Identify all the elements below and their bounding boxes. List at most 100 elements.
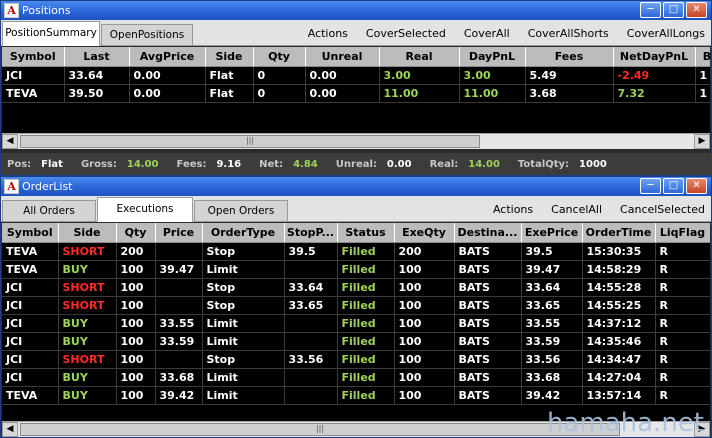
cell-ordertime: 14:37:12 xyxy=(582,314,656,333)
cell-last: 33.64 xyxy=(64,66,130,85)
table-row[interactable]: TEVA BUY 100 39.47 Limit Filled 100 BATS 39.47 14… xyxy=(2,260,710,279)
col-avgprice[interactable]: AvgPrice xyxy=(129,47,206,67)
cell-qty: 100 xyxy=(116,386,156,405)
cell-exeqty: 100 xyxy=(394,260,455,279)
tab-open-orders[interactable]: Open Orders xyxy=(194,200,288,222)
cell-status: Filled xyxy=(337,242,395,261)
tab-executions[interactable]: Executions xyxy=(97,197,193,222)
table-row[interactable]: TEVA SHORT 200 Stop 39.5 Filled 200 BATS 39.5 15:… xyxy=(2,242,710,261)
col-side[interactable]: Side xyxy=(205,47,254,67)
cell-qty: 100 xyxy=(116,278,156,297)
col-ordertime[interactable]: OrderTime xyxy=(582,223,656,243)
table-row[interactable]: JCI BUY 100 33.68 Limit Filled 100 BATS 33.68 14:… xyxy=(2,368,710,387)
cell-side: SHORT xyxy=(58,242,117,261)
unreal-value: 0.00 xyxy=(386,158,412,170)
cell-exeprice: 39.42 xyxy=(521,386,583,405)
col-exeqty[interactable]: ExeQty xyxy=(394,223,455,243)
col-price[interactable]: Price xyxy=(155,223,203,243)
cell-ordertime: 14:58:29 xyxy=(582,260,656,279)
cell-price: 33.55 xyxy=(155,314,203,333)
cell-ordertime: 14:27:04 xyxy=(582,368,656,387)
arrow-right-icon[interactable]: ▶ xyxy=(694,134,710,149)
cover-all-longs-button[interactable]: CoverAllLongs xyxy=(627,27,705,40)
cell-symbol: JCI xyxy=(2,368,59,387)
cell-avgprice: 0.00 xyxy=(129,84,206,103)
col-stopprice[interactable]: StopP... xyxy=(284,223,338,243)
col-daypnl[interactable]: DayPnL xyxy=(459,47,526,67)
table-row[interactable]: JCI SHORT 100 Stop 33.56 Filled 100 BATS 33.56 14… xyxy=(2,350,710,369)
col-ordertype[interactable]: OrderType xyxy=(202,223,285,243)
cell-ordertype: Stop xyxy=(202,242,285,261)
col-symbol[interactable]: Symbol xyxy=(2,223,59,243)
cell-qty: 100 xyxy=(116,260,156,279)
cell-qty: 100 xyxy=(116,350,156,369)
col-status[interactable]: Status xyxy=(337,223,395,243)
col-netdaypnl[interactable]: NetDayPnL xyxy=(613,47,696,67)
cover-selected-button[interactable]: CoverSelected xyxy=(366,27,446,40)
orderlist-titlebar[interactable]: A OrderList ─ □ ✕ xyxy=(1,177,711,196)
table-row[interactable]: JCI 33.64 0.00 Flat 0 0.00 3.00 3.00 5.4… xyxy=(2,66,710,85)
table-row[interactable]: JCI BUY 100 33.55 Limit Filled 100 BATS 33.55 14:… xyxy=(2,314,710,333)
tab-all-orders[interactable]: All Orders xyxy=(2,200,96,222)
cover-all-button[interactable]: CoverAll xyxy=(464,27,510,40)
col-exeprice[interactable]: ExePrice xyxy=(521,223,583,243)
cell-qty: 0 xyxy=(253,84,306,103)
cancel-selected-button[interactable]: CancelSelected xyxy=(620,203,705,216)
cell-ordertype: Limit xyxy=(202,314,285,333)
cell-side: SHORT xyxy=(58,296,117,315)
col-fees[interactable]: Fees xyxy=(525,47,614,67)
maximize-icon[interactable]: □ xyxy=(663,178,684,194)
scroll-thumb[interactable]: ||| xyxy=(20,135,480,148)
cell-stopprice xyxy=(284,386,338,405)
unreal-label: Unreal: xyxy=(335,158,377,170)
table-row[interactable]: JCI SHORT 100 Stop 33.64 Filled 100 BATS 33.64 14… xyxy=(2,278,710,297)
cell-price xyxy=(155,278,203,297)
positions-hscrollbar[interactable]: ◀ ||| ▶ xyxy=(2,133,710,149)
actions-menu[interactable]: Actions xyxy=(308,27,348,40)
table-row[interactable]: TEVA BUY 100 39.42 Limit Filled 100 BATS 39.42 13… xyxy=(2,386,710,405)
actions-menu[interactable]: Actions xyxy=(493,203,533,216)
scroll-thumb[interactable]: ||| xyxy=(20,423,620,436)
col-destination[interactable]: Destina... xyxy=(454,223,522,243)
real-label: Real: xyxy=(429,158,459,170)
col-symbol[interactable]: Symbol xyxy=(2,47,65,67)
cell-status: Filled xyxy=(337,350,395,369)
positions-titlebar[interactable]: A Positions ─ □ ✕ xyxy=(1,1,711,20)
tab-position-summary[interactable]: PositionSummary xyxy=(2,21,100,46)
cell-status: Filled xyxy=(337,368,395,387)
tab-open-positions[interactable]: OpenPositions xyxy=(101,24,193,46)
col-real[interactable]: Real xyxy=(379,47,460,67)
cell-ordertype: Limit xyxy=(202,332,285,351)
cell-side: BUY xyxy=(58,332,117,351)
col-unreal[interactable]: Unreal xyxy=(305,47,380,67)
orderlist-toolbar: All Orders Executions Open Orders Action… xyxy=(1,196,711,222)
real-value: 14.00 xyxy=(468,158,500,170)
col-qty[interactable]: Qty xyxy=(253,47,306,67)
close-icon[interactable]: ✕ xyxy=(686,2,707,18)
close-icon[interactable]: ✕ xyxy=(686,178,707,194)
cell-exeprice: 33.64 xyxy=(521,278,583,297)
table-row[interactable]: JCI SHORT 100 Stop 33.65 Filled 100 BATS 33.65 14… xyxy=(2,296,710,315)
cell-side: SHORT xyxy=(58,350,117,369)
arrow-left-icon[interactable]: ◀ xyxy=(2,422,18,437)
table-row[interactable]: TEVA 39.50 0.00 Flat 0 0.00 11.00 11.00 … xyxy=(2,84,710,103)
cell-destination: BATS xyxy=(454,386,522,405)
cell-daypnl: 11.00 xyxy=(459,84,526,103)
orderlist-window: A OrderList ─ □ ✕ All Orders Executions … xyxy=(0,176,712,438)
cover-all-shorts-button[interactable]: CoverAllShorts xyxy=(528,27,609,40)
col-last[interactable]: Last xyxy=(64,47,130,67)
cell-liqflag: R xyxy=(655,242,710,261)
cancel-all-button[interactable]: CancelAll xyxy=(551,203,602,216)
maximize-icon[interactable]: □ xyxy=(663,2,684,18)
minimize-icon[interactable]: ─ xyxy=(640,178,661,194)
cell-exeqty: 200 xyxy=(394,242,455,261)
col-side[interactable]: Side xyxy=(58,223,117,243)
col-liqflag[interactable]: LiqFlag xyxy=(655,223,710,243)
cell-qty: 100 xyxy=(116,314,156,333)
cell-destination: BATS xyxy=(454,260,522,279)
table-row[interactable]: JCI BUY 100 33.59 Limit Filled 100 BATS 33.59 14:… xyxy=(2,332,710,351)
col-b[interactable]: B xyxy=(695,47,710,67)
col-qty[interactable]: Qty xyxy=(116,223,156,243)
minimize-icon[interactable]: ─ xyxy=(640,2,661,18)
arrow-left-icon[interactable]: ◀ xyxy=(2,134,18,149)
